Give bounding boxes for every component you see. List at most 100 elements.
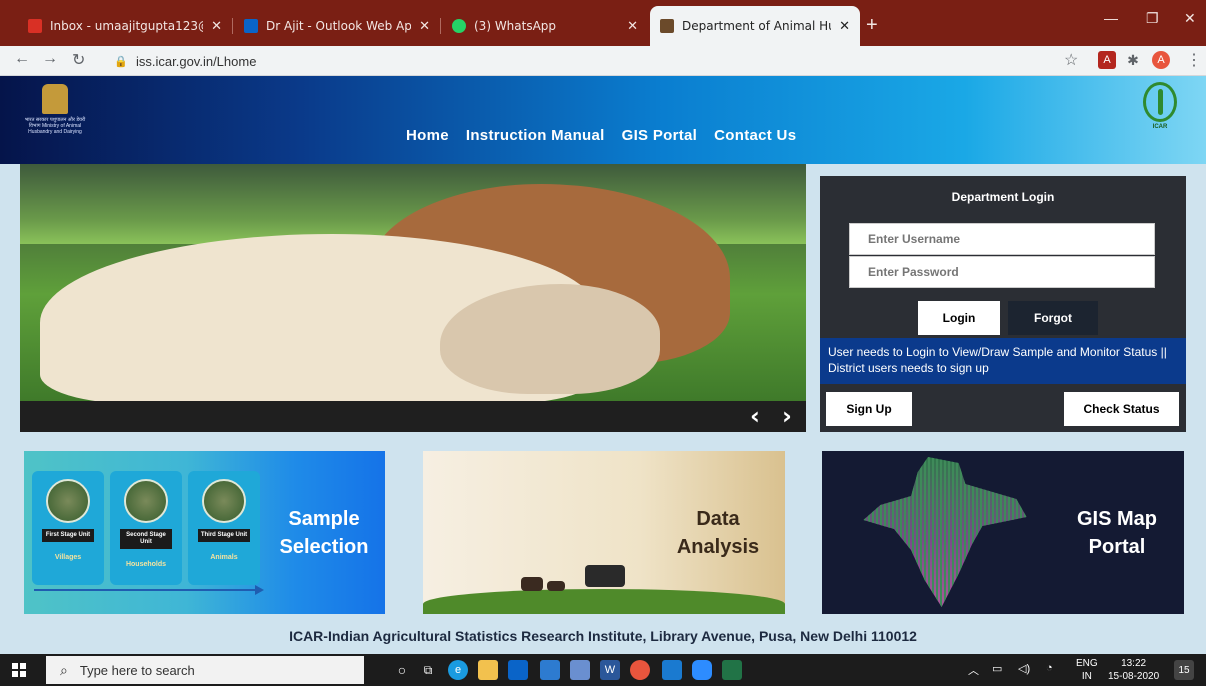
address-bar[interactable]: 🔒 iss.icar.gov.in/Lhome [104,49,1054,73]
department-login-panel: Department Login Login Forgot User needs… [820,176,1186,432]
login-info-text: User needs to Login to View/Draw Sample … [820,338,1186,384]
tab-gmail[interactable]: Inbox - umaajitgupta123@gmail. ✕ [18,6,232,46]
nav-gis-portal[interactable]: GIS Portal [622,127,698,144]
window-close-icon[interactable]: ✕ [1184,10,1196,27]
nav-contact-us[interactable]: Contact Us [714,127,796,144]
nav-home[interactable]: Home [406,127,449,144]
sample-selection-title: Sample Selection [279,508,369,558]
clock-time: 13:22 [1121,658,1147,669]
task-view-icon[interactable]: ⧉ [418,660,438,680]
menu-icon[interactable]: ⋮ [1186,50,1202,70]
notifications-icon[interactable]: 15 [1174,660,1194,680]
minimize-icon[interactable]: — [1104,10,1118,26]
tab-animal-husbandry[interactable]: Department of Animal Husbandr ✕ [650,6,860,46]
volume-icon[interactable]: ◁) [1018,662,1030,675]
wifi-icon[interactable]: ◔ [1046,662,1053,674]
close-icon[interactable]: ✕ [627,19,638,34]
stage-label: First Stage Unit [42,529,94,542]
computer-icon[interactable] [540,660,560,680]
image-carousel: ‹ › [20,164,806,432]
login-button[interactable]: Login [918,301,1000,335]
windows-start-icon[interactable] [12,663,26,677]
photos-icon[interactable] [722,660,742,680]
word-icon[interactable]: W [600,660,620,680]
sign-up-button[interactable]: Sign Up [826,392,912,426]
edge-icon[interactable]: e [448,660,468,680]
lock-icon: 🔒 [114,55,128,68]
chrome-icon[interactable] [630,660,650,680]
search-icon: ⌕ [60,661,68,678]
store-icon[interactable] [508,660,528,680]
notes-icon[interactable] [570,660,590,680]
close-icon[interactable]: ✕ [839,19,850,34]
tab-title: Dr Ajit - Outlook Web App [266,19,412,33]
site-header: भारत सरकार पशुपालन और डेयरी विभाग Minist… [0,76,1206,164]
institute-address: ICAR-Indian Agricultural Statistics Rese… [289,628,917,644]
password-input[interactable] [849,256,1155,288]
carousel-prev-icon[interactable]: ‹ [750,402,760,430]
whatsapp-icon [452,19,466,33]
close-icon[interactable]: ✕ [211,19,222,34]
gis-map-portal-title: GIS Map Portal [1076,508,1157,558]
animal-photo [202,479,246,523]
stage-sub-label: Villages [54,554,82,561]
clock[interactable]: 13:22 15-08-2020 [1108,657,1159,683]
pdf-extension-icon[interactable]: A [1098,51,1116,69]
extensions-icon[interactable]: ✱ [1124,51,1142,69]
taskbar-search[interactable]: ⌕ Type here to search [46,656,364,684]
carousel-next-icon[interactable]: › [782,402,792,430]
show-hidden-icons-icon[interactable]: ︿ [968,662,979,678]
icar-logo-text: ICAR [1152,124,1168,130]
taskbar-search-placeholder: Type here to search [79,662,195,678]
stage-sub-label: Households [125,561,167,568]
back-icon[interactable]: ← [14,50,30,68]
carousel-image [20,164,806,404]
new-tab-icon[interactable]: + [866,14,878,37]
url-text: iss.icar.gov.in/Lhome [136,53,257,69]
file-explorer-icon[interactable] [478,660,498,680]
stage-label: Second Stage Unit [120,529,172,549]
cortana-icon[interactable]: ○ [392,660,412,680]
restore-icon[interactable]: ❐ [1146,10,1159,27]
clock-date: 15-08-2020 [1108,671,1160,682]
nav-instruction-manual[interactable]: Instruction Manual [466,127,605,144]
star-icon[interactable]: ☆ [1064,50,1078,70]
zoom-icon[interactable] [692,660,712,680]
forward-icon[interactable]: → [42,50,58,68]
battery-icon[interactable]: ▭ [992,662,1002,675]
site-favicon [660,19,674,33]
carousel-control-bar [20,401,806,432]
tab-whatsapp[interactable]: (3) WhatsApp ✕ [442,6,648,46]
ministry-emblem: भारत सरकार पशुपालन और डेयरी विभाग Minist… [22,84,88,156]
gis-map-portal-card[interactable]: GIS Map Portal [822,451,1184,614]
reload-icon[interactable]: ↻ [72,50,85,70]
emblem-caption: भारत सरकार पशुपालन और डेयरी विभाग Minist… [24,117,86,135]
household-photo [124,479,168,523]
close-icon[interactable]: ✕ [419,19,430,34]
national-emblem-icon [42,84,68,114]
india-map-icon [863,457,1027,607]
stage-card: Third Stage Unit Animals [188,471,260,585]
icar-logo: ICAR [1140,82,1180,142]
cow-illustration [585,565,625,587]
profile-avatar-icon[interactable]: A [1152,51,1170,69]
sample-selection-card[interactable]: First Stage Unit Villages Second Stage U… [24,451,385,614]
data-analysis-card[interactable]: Data Analysis [423,451,785,614]
login-title: Department Login [951,190,1055,204]
tab-outlook[interactable]: Dr Ajit - Outlook Web App ✕ [234,6,440,46]
notification-count: 15 [1178,664,1190,676]
language-indicator[interactable]: ENG IN [1076,657,1098,683]
browser-toolbar: ← → ↻ 🔒 iss.icar.gov.in/Lhome ☆ A ✱ A ⋮ [0,46,1206,76]
taskbar: ⌕ Type here to search ○ ⧉ e W ︿ ▭ ◁) ◔ E… [0,654,1206,686]
stage-card: First Stage Unit Villages [32,471,104,585]
goat-illustration [521,577,543,591]
tab-title: Department of Animal Husbandr [682,19,831,33]
username-input[interactable] [849,223,1155,255]
flow-arrow-icon [34,585,264,595]
check-status-button[interactable]: Check Status [1064,392,1179,426]
calculator-icon[interactable] [662,660,682,680]
forgot-button[interactable]: Forgot [1008,301,1098,335]
tab-title: (3) WhatsApp [474,19,557,33]
stage-card: Second Stage Unit Households [110,471,182,585]
goat-illustration [547,581,565,591]
